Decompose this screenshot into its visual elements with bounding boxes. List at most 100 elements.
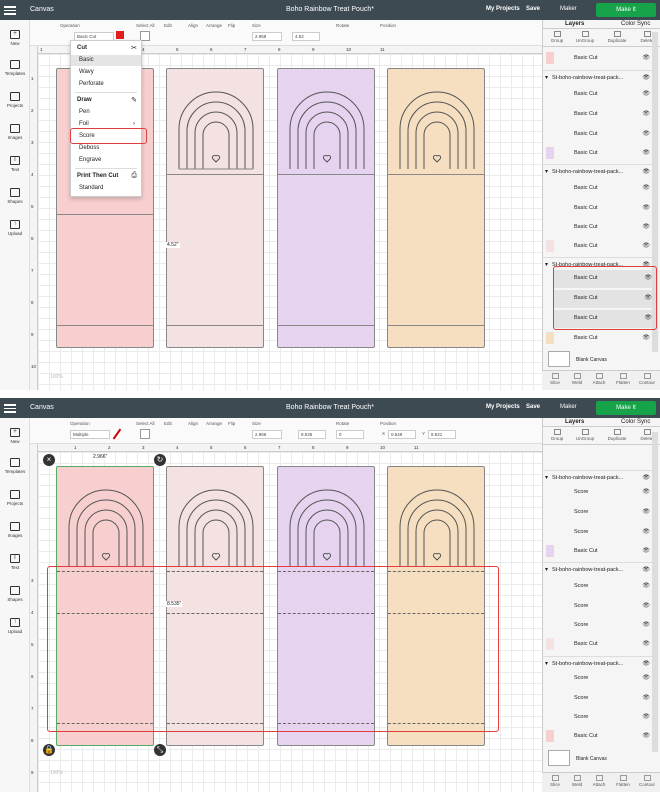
layer-row[interactable]: Score 👁 [542, 524, 652, 542]
color-swatch[interactable] [116, 31, 124, 39]
nav-upload[interactable]: ↑ Upload [0, 220, 30, 236]
make-it-button[interactable]: Make It [596, 3, 656, 17]
layer-row[interactable]: Basic Cut 👁 [542, 86, 652, 104]
resize-handle-icon[interactable]: ⤡ [154, 744, 166, 756]
size-height-input[interactable]: 8.535 [298, 430, 326, 439]
layer-row[interactable]: Basic Cut 👁 [542, 330, 652, 348]
layer-row[interactable]: Score 👁 [542, 484, 652, 502]
dropdown-standard[interactable]: Standard [71, 183, 141, 194]
layer-group[interactable]: ▾ St-boho-rainbow-treat-pack... 👁 [542, 164, 652, 178]
layers-scrollbar[interactable] [652, 432, 658, 752]
layer-group[interactable]: ▾ St-boho-rainbow-treat-pack... 👁 [542, 470, 652, 484]
tab-color-sync[interactable]: Color Sync [621, 419, 650, 425]
layer-row[interactable]: Basic Cut 👁 [542, 106, 652, 124]
ungroup-button[interactable]: UnGroup [573, 31, 597, 43]
flatten-button[interactable]: Flatten [612, 775, 634, 787]
nav-text[interactable]: T Text [0, 156, 30, 172]
group-button[interactable]: Group [545, 429, 569, 441]
layer-row[interactable]: Basic Cut 👁 [542, 50, 652, 68]
nav-templates[interactable]: Templates [0, 60, 30, 76]
dropdown-deboss[interactable]: Deboss [71, 143, 141, 154]
attach-button[interactable]: Attach [588, 775, 610, 787]
contour-button[interactable]: Contour [636, 373, 658, 385]
zoom-level[interactable]: 100% [50, 374, 63, 380]
lock-handle-icon[interactable]: 🔒 [43, 744, 55, 756]
tab-color-sync[interactable]: Color Sync [621, 21, 650, 27]
slice-button[interactable]: Slice [544, 775, 566, 787]
tab-layers[interactable]: Layers [565, 21, 584, 27]
layer-row[interactable]: Basic Cut 👁 [542, 636, 652, 654]
weld-button[interactable]: Weld [566, 373, 588, 385]
layer-row[interactable]: Score 👁 [542, 504, 652, 522]
layer-row[interactable]: Score 👁 [542, 690, 652, 708]
machine-select[interactable]: Maker [560, 6, 577, 12]
size-height-input[interactable]: 4.52 [292, 32, 320, 41]
layer-row[interactable]: Basic Cut 👁 [542, 238, 652, 256]
nav-projects[interactable]: Projects [0, 92, 30, 108]
make-it-button[interactable]: Make It [596, 401, 656, 415]
layer-row[interactable]: Basic Cut 👁 [542, 180, 652, 198]
layer-row[interactable]: Basic Cut 👁 [542, 145, 652, 163]
save-button[interactable]: Save [526, 404, 540, 410]
layer-row[interactable]: Basic Cut 👁 [542, 200, 652, 218]
dropdown-wavy[interactable]: Wavy [71, 67, 141, 78]
panel-tabs: Layers Color Sync [543, 20, 660, 29]
duplicate-button[interactable]: Duplicate [605, 429, 629, 441]
position-y-input[interactable]: 8.521 [428, 430, 456, 439]
layer-row[interactable]: Basic Cut 👁 [542, 543, 652, 561]
attach-button[interactable]: Attach [588, 373, 610, 385]
position-x-input[interactable]: 0.549 [388, 430, 416, 439]
rotate-handle-icon[interactable]: ↻ [154, 454, 166, 466]
panel-bottom-actions: Slice Weld Attach Flatten Contour [542, 370, 660, 390]
my-projects-link[interactable]: My Projects [486, 6, 520, 12]
group-button[interactable]: Group [545, 31, 569, 43]
zoom-level[interactable]: 100% [50, 770, 63, 776]
pouch-lavender[interactable] [277, 68, 375, 348]
pouch-blush[interactable] [166, 68, 264, 348]
layer-group[interactable]: ▾ St-boho-rainbow-treat-pack... 👁 [542, 656, 652, 670]
close-handle-icon[interactable]: × [43, 454, 55, 466]
blank-canvas-row[interactable]: Blank Canvas [542, 349, 652, 371]
layer-row[interactable]: Basic Cut 👁 [542, 219, 652, 237]
layer-row[interactable]: Basic Cut 👁 [542, 126, 652, 144]
layer-row[interactable]: Score 👁 [542, 617, 652, 635]
layer-group[interactable]: ▾ St-boho-rainbow-treat-pack... 👁 [542, 70, 652, 84]
weld-button[interactable]: Weld [566, 775, 588, 787]
nav-new[interactable]: + New [0, 428, 30, 444]
ungroup-button[interactable]: UnGroup [573, 429, 597, 441]
nav-projects[interactable]: Projects [0, 490, 30, 506]
layer-row[interactable]: Basic Cut 👁 [542, 728, 652, 746]
my-projects-link[interactable]: My Projects [486, 404, 520, 410]
blank-canvas-row[interactable]: Blank Canvas [542, 748, 652, 770]
layer-row[interactable]: Score 👁 [542, 670, 652, 688]
layer-row[interactable]: Score 👁 [542, 709, 652, 727]
duplicate-button[interactable]: Duplicate [605, 31, 629, 43]
layer-row[interactable]: Score 👁 [542, 578, 652, 596]
layer-row[interactable]: Score 👁 [542, 598, 652, 616]
select-all-icon[interactable] [140, 429, 150, 439]
size-width-input[interactable]: 2.966 [252, 430, 282, 439]
dropdown-pen[interactable]: Pen [71, 107, 141, 118]
pouch-peach[interactable] [387, 68, 485, 348]
flatten-button[interactable]: Flatten [612, 373, 634, 385]
nav-new[interactable]: + New [0, 30, 30, 46]
nav-images[interactable]: Images [0, 522, 30, 538]
tab-layers[interactable]: Layers [565, 419, 584, 425]
rotate-input[interactable]: 0 [336, 430, 364, 439]
nav-shapes[interactable]: Shapes [0, 586, 30, 602]
dropdown-perforate[interactable]: Perforate [71, 79, 141, 90]
contour-button[interactable]: Contour [636, 775, 658, 787]
dropdown-basic[interactable]: Basic [71, 55, 141, 66]
machine-select[interactable]: Maker [560, 404, 577, 410]
nav-templates[interactable]: Templates [0, 458, 30, 474]
nav-images[interactable]: Images [0, 124, 30, 140]
nav-shapes[interactable]: Shapes [0, 188, 30, 204]
slice-button[interactable]: Slice [544, 373, 566, 385]
dropdown-engrave[interactable]: Engrave [71, 155, 141, 166]
layer-group[interactable]: ▾ St-boho-rainbow-treat-pack... 👁 [542, 562, 652, 576]
size-width-input[interactable]: 2.959 [252, 32, 282, 41]
nav-upload[interactable]: ↑ Upload [0, 618, 30, 634]
nav-text[interactable]: T Text [0, 554, 30, 570]
operation-select[interactable]: Multiple [70, 430, 110, 439]
save-button[interactable]: Save [526, 6, 540, 12]
